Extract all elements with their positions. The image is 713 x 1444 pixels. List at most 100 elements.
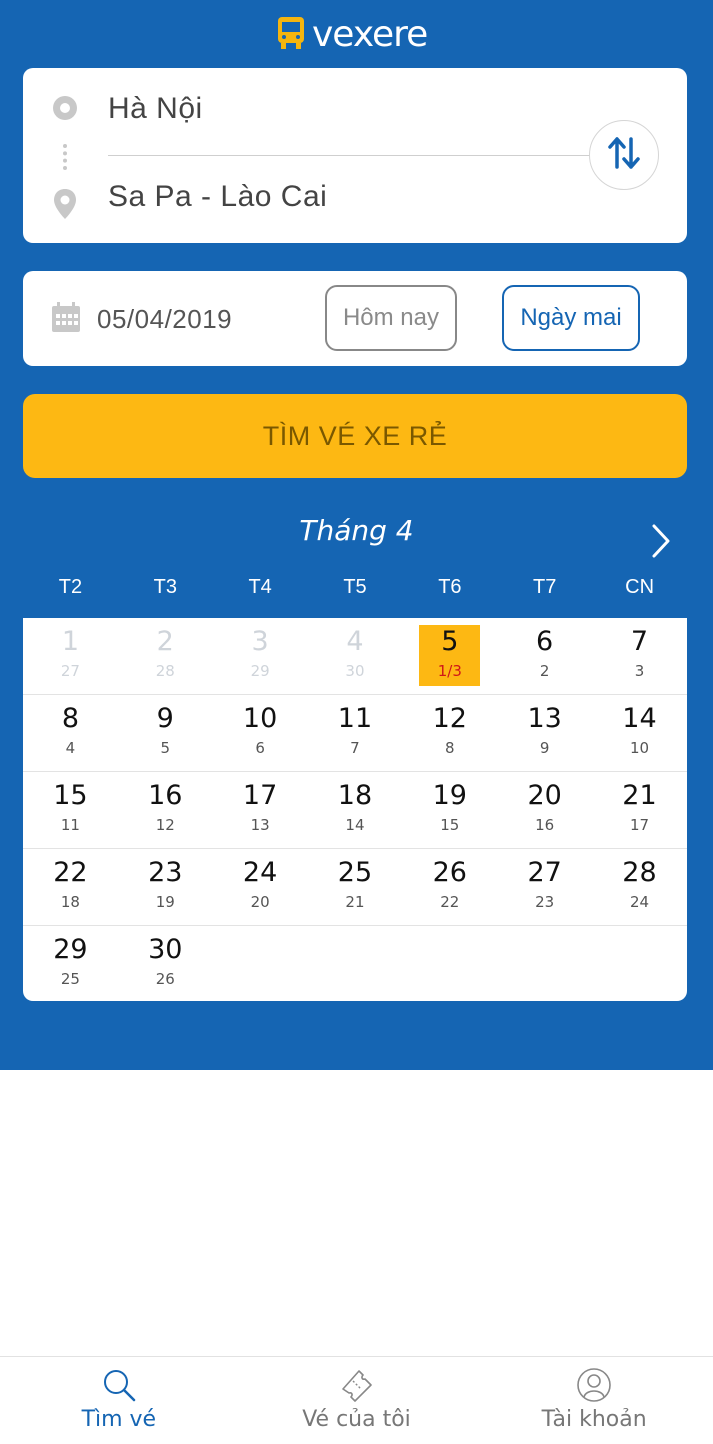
calendar-day[interactable]: 21 17 bbox=[592, 772, 687, 848]
lunar-date: 9 bbox=[539, 739, 550, 757]
weekday-label: T5 bbox=[343, 576, 367, 598]
bus-icon bbox=[276, 15, 306, 56]
bottom-nav: Tìm vé Vé của tôi Tài khoản bbox=[0, 1356, 713, 1444]
weekday-label: T6 bbox=[438, 576, 462, 598]
calendar-day: 2 28 bbox=[118, 618, 213, 694]
calendar-day[interactable]: 28 24 bbox=[592, 849, 687, 925]
day-number: 16 bbox=[148, 780, 183, 811]
calendar-day[interactable]: 18 14 bbox=[308, 772, 403, 848]
calendar-day[interactable]: 20 16 bbox=[497, 772, 592, 848]
calendar-day[interactable]: 23 19 bbox=[118, 849, 213, 925]
calendar-day[interactable]: 27 23 bbox=[497, 849, 592, 925]
location-pin-icon bbox=[53, 188, 77, 225]
calendar-day[interactable]: 62 bbox=[497, 618, 592, 694]
weekday-label: T3 bbox=[153, 576, 177, 598]
month-title: Tháng 4 bbox=[299, 514, 414, 547]
lunar-date: 1/3 bbox=[437, 662, 462, 680]
origin-dot-icon bbox=[51, 94, 79, 127]
day-number: 4 bbox=[346, 626, 364, 657]
day-number: 1 bbox=[61, 626, 80, 657]
day-number: 23 bbox=[148, 857, 183, 888]
lunar-date: 28 bbox=[155, 662, 175, 680]
day-number: 13 bbox=[527, 703, 562, 734]
today-button[interactable]: Hôm nay bbox=[325, 285, 457, 351]
calendar-day: 3 29 bbox=[213, 618, 308, 694]
nav-label: Vé của tôi bbox=[302, 1407, 411, 1432]
calendar-day[interactable]: 30 26 bbox=[118, 926, 213, 1001]
calendar-week-row: 29 25 30 26 bbox=[23, 926, 687, 1001]
weekday-label: CN bbox=[625, 576, 655, 598]
lunar-date: 14 bbox=[345, 816, 365, 834]
day-number: 17 bbox=[242, 780, 278, 811]
lunar-date: 7 bbox=[350, 739, 360, 757]
route-divider bbox=[108, 155, 590, 156]
nav-my-tickets[interactable]: Vé của tôi bbox=[238, 1357, 476, 1444]
date-card: 05/04/2019 Hôm nay Ngày mai bbox=[23, 271, 687, 366]
day-number: 24 bbox=[242, 857, 278, 888]
lunar-date: 10 bbox=[629, 739, 650, 757]
ticket-icon bbox=[339, 1367, 375, 1408]
lunar-date: 13 bbox=[250, 816, 270, 834]
lunar-date: 15 bbox=[440, 816, 460, 834]
calendar-day[interactable]: 24 20 bbox=[213, 849, 308, 925]
calendar-day[interactable]: 14 10 bbox=[592, 695, 687, 771]
lunar-date: 19 bbox=[155, 893, 175, 911]
calendar-day[interactable]: 29 25 bbox=[23, 926, 118, 1001]
calendar-day[interactable]: 17 13 bbox=[213, 772, 308, 848]
day-number: 11 bbox=[337, 703, 373, 734]
lunar-date: 8 bbox=[445, 739, 455, 757]
calendar-day-selected[interactable]: 5 1/3 bbox=[402, 618, 497, 694]
day-number: 3 bbox=[251, 626, 269, 657]
day-number: 14 bbox=[622, 703, 657, 734]
day-number: 5 bbox=[441, 626, 459, 657]
calendar-day[interactable]: 26 22 bbox=[402, 849, 497, 925]
tomorrow-button[interactable]: Ngày mai bbox=[502, 285, 640, 351]
calendar-day[interactable]: 12 8 bbox=[402, 695, 497, 771]
day-number: 6 bbox=[536, 626, 554, 657]
selected-date[interactable]: 05/04/2019 bbox=[97, 304, 232, 335]
search-tickets-button[interactable]: TÌM VÉ XE RẺ bbox=[23, 394, 687, 478]
lunar-date: 3 bbox=[634, 662, 645, 680]
calendar-day[interactable]: 25 21 bbox=[308, 849, 403, 925]
day-number: 30 bbox=[148, 934, 183, 965]
lunar-date: 27 bbox=[60, 662, 80, 680]
calendar-day[interactable]: 16 12 bbox=[118, 772, 213, 848]
lunar-date: 20 bbox=[250, 893, 270, 911]
day-number: 18 bbox=[337, 780, 373, 811]
day-number: 22 bbox=[53, 857, 88, 888]
calendar-week-row: 1 27 2 28 3 29 4 30 5 1/3 6 2 7 3 bbox=[23, 618, 687, 695]
destination-city[interactable]: Sa Pa - Lào Cai bbox=[108, 180, 327, 214]
nav-search-tickets[interactable]: Tìm vé bbox=[0, 1357, 238, 1444]
lunar-date: 5 bbox=[160, 739, 171, 757]
day-number: 19 bbox=[432, 780, 467, 811]
calendar-icon[interactable] bbox=[51, 301, 81, 338]
day-number: 10 bbox=[242, 703, 278, 734]
calendar-day[interactable]: 19 15 bbox=[402, 772, 497, 848]
day-number: 25 bbox=[337, 857, 373, 888]
lunar-date: 4 bbox=[65, 739, 76, 757]
lunar-date: 22 bbox=[440, 893, 460, 911]
search-icon bbox=[101, 1367, 137, 1408]
brand-logo: vexere bbox=[276, 14, 428, 56]
swap-route-button[interactable] bbox=[589, 120, 659, 190]
calendar-day[interactable]: 95 bbox=[118, 695, 213, 771]
origin-city[interactable]: Hà Nội bbox=[108, 92, 203, 126]
lunar-date: 30 bbox=[345, 662, 365, 680]
calendar-day[interactable]: 10 6 bbox=[213, 695, 308, 771]
lunar-date: 2 bbox=[539, 662, 550, 680]
calendar-day[interactable]: 11 7 bbox=[308, 695, 403, 771]
day-number: 29 bbox=[53, 934, 88, 965]
account-icon bbox=[576, 1367, 612, 1408]
chevron-right-icon[interactable] bbox=[645, 522, 675, 565]
calendar-day[interactable]: 13 9 bbox=[497, 695, 592, 771]
lunar-date: 26 bbox=[155, 970, 175, 988]
calendar-day[interactable]: 22 18 bbox=[23, 849, 118, 925]
calendar-day[interactable]: 84 bbox=[23, 695, 118, 771]
nav-account[interactable]: Tài khoản bbox=[475, 1357, 713, 1444]
lunar-date: 16 bbox=[535, 816, 555, 834]
day-number: 7 bbox=[630, 626, 649, 657]
lunar-date: 29 bbox=[250, 662, 270, 680]
calendar-day[interactable]: 73 bbox=[592, 618, 687, 694]
calendar-day[interactable]: 15 11 bbox=[23, 772, 118, 848]
weekday-label: T4 bbox=[248, 576, 272, 598]
